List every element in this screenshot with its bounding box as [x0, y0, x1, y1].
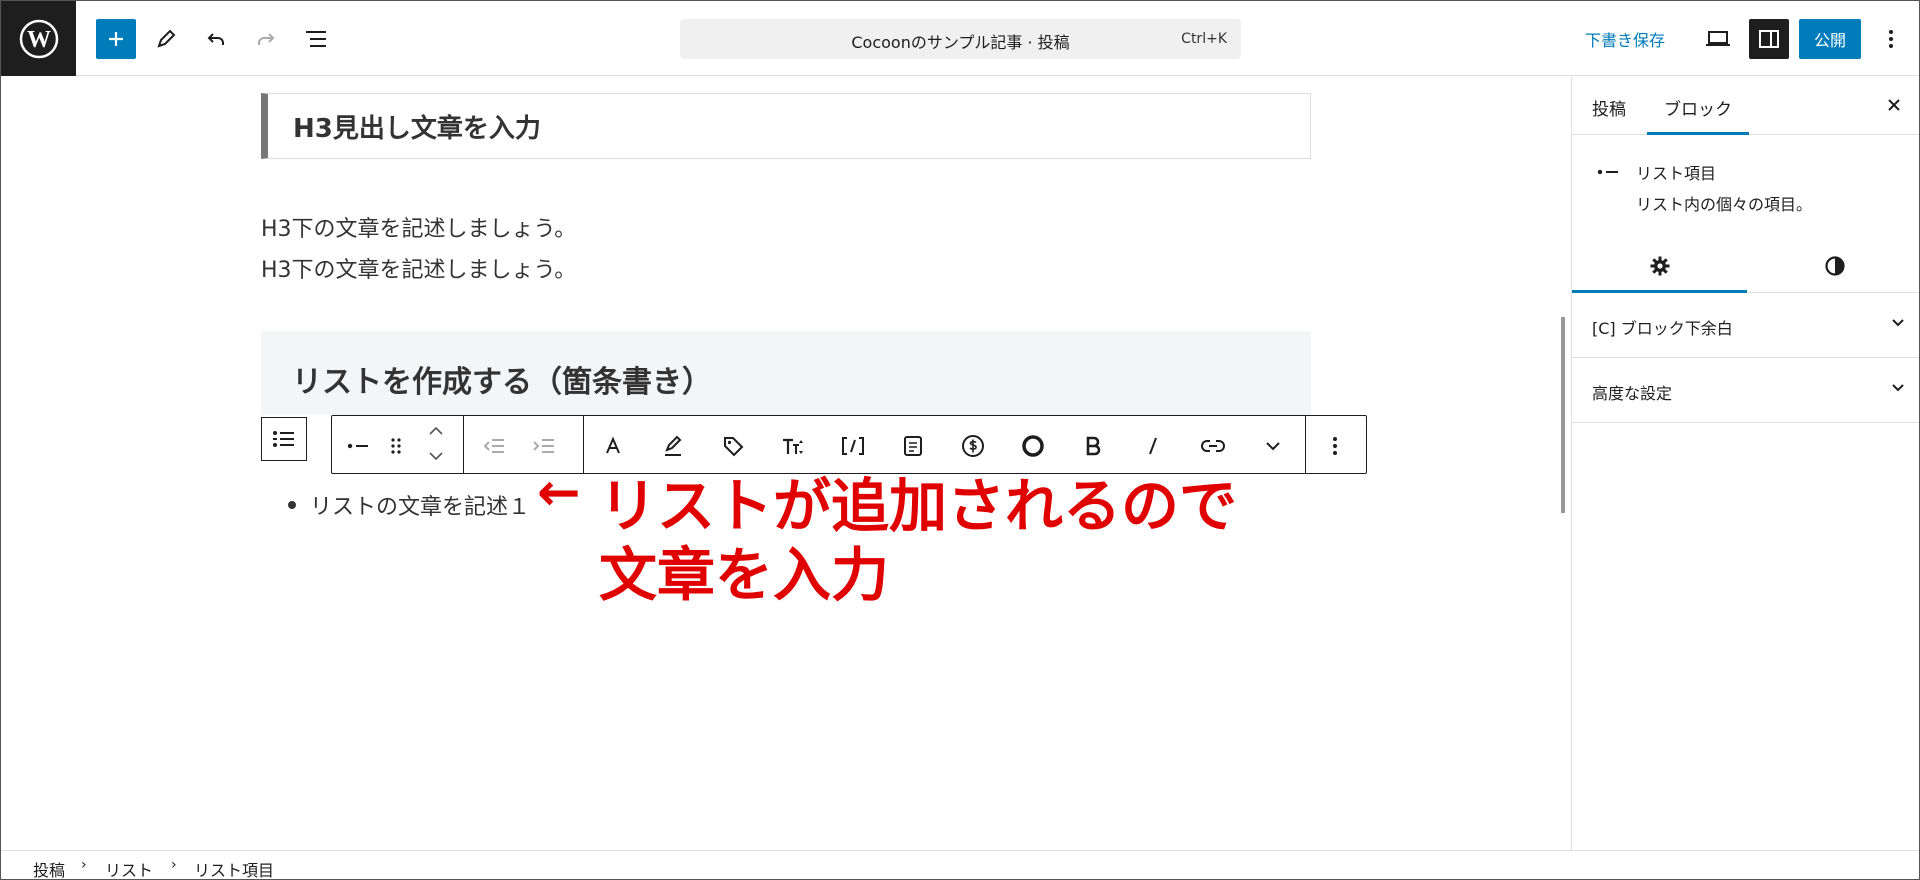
- active-tab-indicator: [1647, 132, 1749, 135]
- list-item-text: リストの文章を記述１: [310, 495, 531, 520]
- breadcrumb-item-list[interactable]: リスト: [105, 857, 153, 879]
- svg-text:W: W: [27, 27, 51, 53]
- panel-title: [C] ブロック下余白: [1592, 319, 1733, 338]
- add-block-button[interactable]: [96, 19, 136, 59]
- options-icon[interactable]: [1315, 426, 1355, 466]
- block-card-title: リスト項目: [1636, 164, 1717, 183]
- panel-title: 高度な設定: [1592, 384, 1673, 403]
- h2-heading-block[interactable]: リストを作成する（箇条書き）: [261, 331, 1311, 415]
- gear-icon: [1650, 256, 1669, 276]
- chevron-down-icon: [1892, 384, 1904, 392]
- toolbar-divider: [1305, 416, 1306, 473]
- block-card-description: リスト内の個々の項目。: [1636, 195, 1813, 214]
- paragraph-line[interactable]: H3下の文章を記述しましょう。: [261, 211, 576, 243]
- more-chevron-icon[interactable]: [1253, 426, 1293, 466]
- list-item-icon: [1596, 163, 1620, 182]
- settings-tab[interactable]: [1572, 239, 1747, 293]
- panel-advanced[interactable]: 高度な設定: [1572, 358, 1919, 423]
- list-icon: [273, 431, 294, 447]
- shortcut-hint: Ctrl+K: [1181, 31, 1227, 47]
- bullet-icon: [288, 501, 296, 509]
- tab-block[interactable]: ブロック: [1664, 95, 1732, 120]
- annotation-line-2: 文章を入力: [599, 541, 890, 609]
- document-overview-icon[interactable]: [296, 19, 336, 59]
- annotation-arrow: ←: [537, 463, 581, 523]
- toolbar-divider: [583, 416, 584, 473]
- list-item[interactable]: リストの文章を記述１: [288, 489, 530, 521]
- h3-heading-block[interactable]: H3見出し文章を入力: [261, 93, 1311, 159]
- drag-handle-icon[interactable]: [376, 426, 416, 466]
- close-icon[interactable]: [1880, 91, 1908, 119]
- h2-heading-text: リストを作成する（箇条書き）: [292, 365, 712, 400]
- move-up-icon[interactable]: [416, 419, 456, 443]
- indent-icon[interactable]: [524, 426, 564, 466]
- editor-window: W Cocoonのサンプル記事 · 投稿 Ctrl+K 下書き保存 公開 H3見…: [0, 0, 1920, 880]
- options-menu-icon[interactable]: [1871, 19, 1911, 59]
- breadcrumb-item-post[interactable]: 投稿: [33, 857, 65, 879]
- breadcrumb-item-list-item: リスト項目: [194, 861, 275, 880]
- wordpress-logo-icon[interactable]: W: [1, 1, 76, 76]
- redo-icon[interactable]: [246, 19, 286, 59]
- styles-tab[interactable]: [1747, 239, 1919, 293]
- preview-icon[interactable]: [1698, 19, 1738, 59]
- sidebar-tabs: 投稿 ブロック: [1572, 77, 1919, 135]
- editor-canvas: H3見出し文章を入力 H3下の文章を記述しましょう。 H3下の文章を記述しましょ…: [1, 77, 1571, 850]
- tab-post[interactable]: 投稿: [1592, 95, 1626, 120]
- list-item-icon[interactable]: [338, 426, 378, 466]
- edit-tool-icon[interactable]: [146, 19, 186, 59]
- panel-block-bottom-margin[interactable]: [C] ブロック下余白: [1572, 293, 1919, 358]
- select-parent-list-button[interactable]: [261, 417, 307, 461]
- command-palette-bar[interactable]: Cocoonのサンプル記事 · 投稿 Ctrl+K: [680, 19, 1241, 59]
- undo-icon[interactable]: [196, 19, 236, 59]
- paragraph-line[interactable]: H3下の文章を記述しましょう。: [261, 252, 576, 284]
- block-inspector-tabs: [1572, 239, 1919, 293]
- publish-button[interactable]: 公開: [1799, 19, 1861, 59]
- top-toolbar: W Cocoonのサンプル記事 · 投稿 Ctrl+K 下書き保存 公開: [1, 1, 1919, 76]
- settings-sidebar-toggle-icon[interactable]: [1749, 19, 1789, 59]
- settings-sidebar: 投稿 ブロック リスト項目 リスト内の個々の項目。 [C] ブロック下余白 高度…: [1571, 77, 1919, 850]
- contrast-icon: [1824, 256, 1845, 276]
- chevron-right-icon: ›: [81, 857, 87, 873]
- chevron-right-icon: ›: [171, 857, 177, 873]
- outdent-icon[interactable]: [474, 426, 514, 466]
- chevron-down-icon: [1892, 319, 1904, 327]
- move-down-icon[interactable]: [416, 444, 456, 468]
- save-draft-button[interactable]: 下書き保存: [1585, 27, 1665, 51]
- editor-scrollbar[interactable]: [1561, 317, 1565, 513]
- document-title: Cocoonのサンプル記事 · 投稿: [851, 33, 1070, 52]
- toolbar-divider: [463, 416, 464, 473]
- h3-heading-text: H3見出し文章を入力: [293, 114, 541, 144]
- breadcrumb: 投稿 › リスト › リスト項目: [1, 850, 1919, 880]
